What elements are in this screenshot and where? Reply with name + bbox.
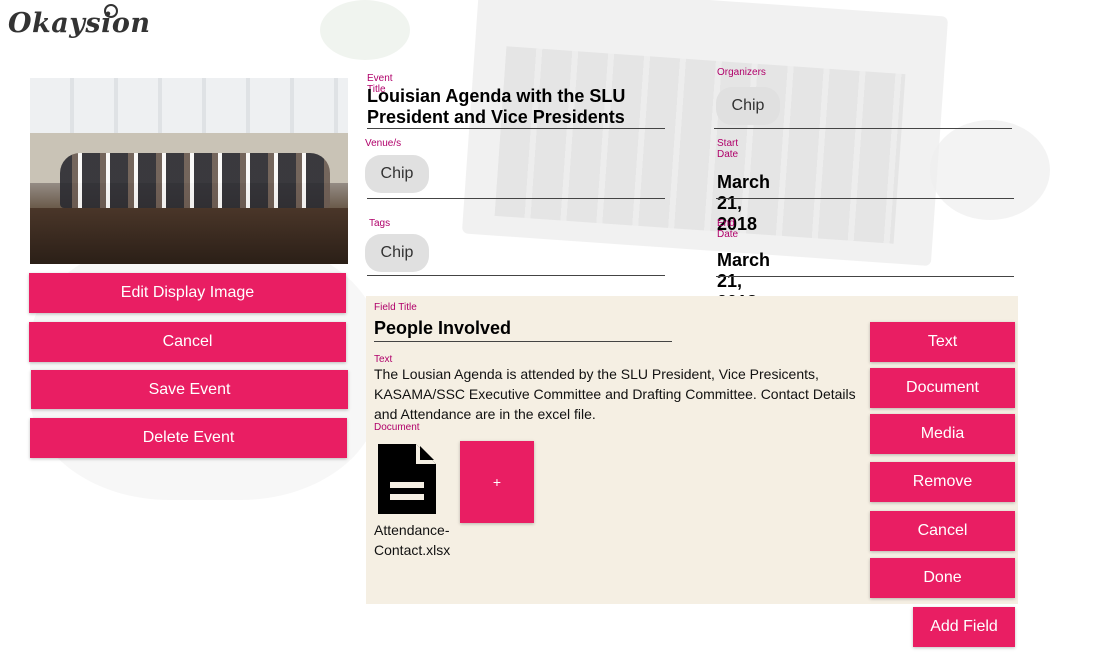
document-icon[interactable] xyxy=(376,442,438,516)
save-event-button[interactable]: Save Event xyxy=(31,370,348,409)
event-title-input[interactable]: Louisian Agenda with the SLU President a… xyxy=(367,86,667,128)
background-leaf xyxy=(320,0,410,60)
venue-chip[interactable]: Chip xyxy=(365,155,429,193)
document-filename-line2: Contact.xlsx xyxy=(374,542,451,558)
add-media-button[interactable]: Media xyxy=(870,414,1015,454)
add-field-button[interactable]: Add Field xyxy=(913,607,1015,647)
end-date-underline xyxy=(716,276,1014,277)
event-title-underline xyxy=(367,128,665,129)
photo-table xyxy=(30,208,348,264)
add-document-field-button[interactable]: Document xyxy=(870,368,1015,408)
organizers-chip[interactable]: Chip xyxy=(716,87,780,125)
event-title-line1: Louisian Agenda with the SLU xyxy=(367,86,626,106)
photo-people xyxy=(60,153,330,208)
delete-event-button[interactable]: Delete Event xyxy=(30,418,347,458)
photo-ceiling xyxy=(30,78,348,133)
done-button[interactable]: Done xyxy=(870,558,1015,598)
venue-underline xyxy=(367,198,665,199)
document-filename: Attendance- Contact.xlsx xyxy=(374,520,450,560)
remove-field-button[interactable]: Remove xyxy=(870,462,1015,502)
end-date-label: End Date xyxy=(717,218,739,240)
organizers-label: Organizers xyxy=(717,67,766,78)
start-date-label: Start Date xyxy=(717,138,739,160)
add-text-button[interactable]: Text xyxy=(870,322,1015,362)
app-logo[interactable]: Okaysion xyxy=(8,4,151,39)
field-title-label: Field Title xyxy=(374,302,417,313)
edit-display-image-button[interactable]: Edit Display Image xyxy=(29,273,346,313)
event-title-line2: President and Vice Presidents xyxy=(367,107,625,127)
background-cup xyxy=(930,120,1050,220)
start-date-underline xyxy=(716,198,1014,199)
document-label: Document xyxy=(374,422,420,433)
venue-label: Venue/s xyxy=(365,138,402,149)
tags-chip[interactable]: Chip xyxy=(365,234,429,272)
event-display-image xyxy=(30,78,348,264)
tags-label: Tags xyxy=(369,218,391,229)
cancel-field-button[interactable]: Cancel xyxy=(870,511,1015,551)
logo-ok-hand-icon xyxy=(104,4,118,18)
logo-text: Okaysion xyxy=(8,8,151,39)
document-filename-line1: Attendance- xyxy=(374,522,450,538)
cancel-button[interactable]: Cancel xyxy=(29,322,346,362)
add-document-button[interactable]: + xyxy=(460,441,534,523)
text-content[interactable]: The Lousian Agenda is attended by the SL… xyxy=(374,364,864,424)
organizers-underline xyxy=(714,128,1012,129)
field-title-input[interactable]: People Involved xyxy=(374,318,511,339)
background-keyboard xyxy=(494,46,906,244)
tags-underline xyxy=(367,275,665,276)
field-title-underline xyxy=(374,341,672,342)
